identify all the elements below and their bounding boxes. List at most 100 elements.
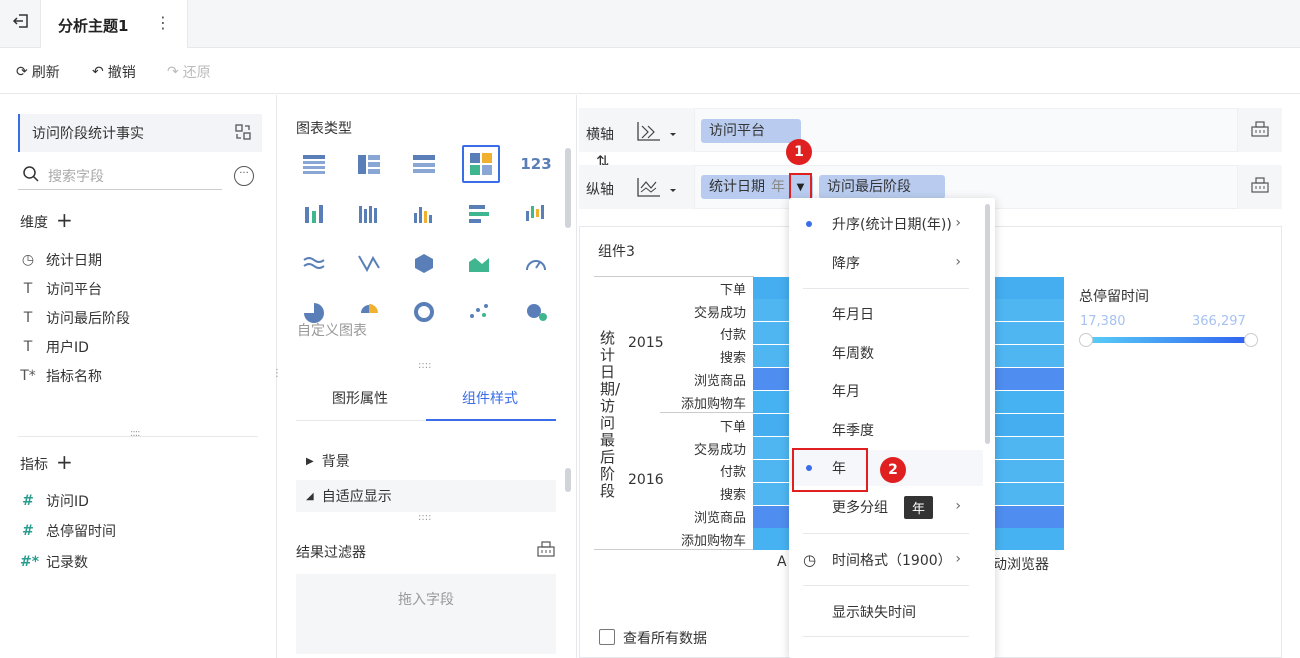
scatter-chart-icon[interactable] <box>462 295 496 329</box>
filter-drop-zone[interactable]: 拖入字段 <box>296 574 556 654</box>
redo-button[interactable]: ↷ 还原 <box>167 62 211 82</box>
tab-style[interactable]: 组件样式 <box>462 388 518 408</box>
field-platform[interactable]: T 访问平台 <box>20 279 102 299</box>
row-label: 浏览商品 <box>693 511 746 526</box>
crosstab-chart-icon[interactable] <box>352 147 386 181</box>
filter-settings-icon[interactable] <box>537 541 555 561</box>
heatmap-chart-icon[interactable] <box>462 145 500 183</box>
add-measure-icon[interactable]: + <box>56 450 73 474</box>
clock-icon: ◷ <box>803 551 817 569</box>
undo-button[interactable]: ↶ 撤销 <box>92 62 136 82</box>
tab-title[interactable]: 分析主题1 <box>58 15 128 36</box>
menu-desc[interactable]: 降序 › <box>789 245 983 281</box>
field-last-stage[interactable]: T 访问最后阶段 <box>20 308 130 328</box>
view-all-checkbox[interactable] <box>599 629 615 645</box>
table-chart-icon[interactable] <box>297 147 331 181</box>
menu-separator <box>803 533 969 534</box>
legend-handle-left[interactable] <box>1079 333 1093 347</box>
polygon-chart-icon[interactable] <box>407 246 441 280</box>
menu-separator <box>803 288 969 289</box>
x-label-right: 动浏览器 <box>993 557 1049 573</box>
number-icon: # <box>22 523 34 539</box>
x-axis-settings-icon[interactable] <box>1251 121 1269 141</box>
filter-label: 结果过滤器 <box>296 545 366 561</box>
radar-line-icon[interactable] <box>352 246 386 280</box>
menu-yq[interactable]: 年季度 <box>789 412 983 448</box>
legend-min: 17,380 <box>1080 314 1126 329</box>
x-axis-type-icon[interactable] <box>636 120 678 146</box>
stacked-bar-icon[interactable] <box>352 197 386 231</box>
exit-icon[interactable] <box>12 12 32 32</box>
dropdown-trigger[interactable]: ▼ <box>789 173 812 201</box>
resize-handle[interactable]: :::: <box>130 428 141 439</box>
y-axis-type-icon[interactable] <box>636 176 678 202</box>
row-label: 下单 <box>719 283 746 298</box>
horizontal-bar-icon[interactable] <box>462 197 496 231</box>
search-input[interactable]: 搜索字段 <box>18 162 222 190</box>
add-dimension-icon[interactable]: + <box>56 208 73 232</box>
menu-asc[interactable]: 升序(统计日期(年)) › <box>789 206 983 242</box>
view-all-label[interactable]: 查看所有数据 <box>623 628 707 648</box>
scrollbar-mid[interactable] <box>565 468 571 492</box>
legend-gradient[interactable] <box>1085 337 1255 343</box>
y-axis-pill-stage[interactable]: 访问最后阶段 <box>819 175 945 199</box>
text-calc-icon: T* <box>20 368 36 384</box>
column-chart-icon[interactable] <box>407 197 441 231</box>
measure-label: 指标 <box>20 457 48 473</box>
menu-more-group[interactable]: 更多分组年 › <box>789 489 983 525</box>
undo-icon: ↶ <box>92 64 104 80</box>
kpi-chart-icon[interactable]: 123 <box>519 147 553 181</box>
y-axis-settings-icon[interactable] <box>1251 177 1269 197</box>
line-chart-icon[interactable] <box>297 246 331 280</box>
field-record-count[interactable]: #* 记录数 <box>20 552 88 572</box>
menu-ymd[interactable]: 年月日 <box>789 296 983 332</box>
field-metric-name[interactable]: T* 指标名称 <box>20 366 102 386</box>
refresh-button[interactable]: ⟳ 刷新 <box>16 62 60 82</box>
adaptive-section[interactable]: ◢ 自适应显示 <box>296 480 556 512</box>
menu-time-format[interactable]: ◷ 时间格式（1900） › <box>789 542 983 578</box>
redo-icon: ↷ <box>167 64 179 80</box>
gauge-chart-icon[interactable] <box>519 246 553 280</box>
donut-chart-icon[interactable] <box>407 295 441 329</box>
bg-section[interactable]: ▶ 背景 <box>296 445 556 477</box>
number-icon: # <box>22 493 34 509</box>
range-bar-icon[interactable] <box>519 197 553 231</box>
sort-group-menu: 升序(统计日期(年)) › 降序 › 年月日 年周数 年月 年季度 年 更多分组年 ›… <box>789 198 995 658</box>
scrollbar[interactable] <box>565 148 571 228</box>
field-visit-id[interactable]: # 访问ID <box>20 491 89 511</box>
row-label: 浏览商品 <box>693 374 746 389</box>
tab-graphic[interactable]: 图形属性 <box>332 388 388 408</box>
bar-chart-icon[interactable] <box>297 197 331 231</box>
callout-badge-2: 2 <box>880 457 906 483</box>
chevron-right-icon: › <box>955 215 961 231</box>
caret-right-icon: ▶ <box>306 455 314 467</box>
area-chart-icon[interactable] <box>462 246 496 280</box>
detail-chart-icon[interactable] <box>407 147 441 181</box>
resize-handle-mid2[interactable]: :::: <box>418 512 431 523</box>
selected-dot <box>806 221 812 227</box>
menu-scrollbar[interactable] <box>985 204 990 444</box>
menu-show-missing[interactable]: 显示缺失时间 <box>789 594 983 630</box>
more-icon[interactable]: ⋮ <box>155 13 171 32</box>
text-icon: T <box>23 339 33 355</box>
row-label: 搜索 <box>719 488 746 503</box>
row-label: 付款 <box>719 328 746 343</box>
bubble-chart-icon[interactable] <box>519 295 553 329</box>
chart-type-label: 图表类型 <box>296 121 352 137</box>
row-label: 添加购物车 <box>680 534 746 549</box>
more-options-icon[interactable]: ··· <box>234 166 254 186</box>
dataset-name[interactable]: 访问阶段统计事实 <box>18 114 262 152</box>
legend-handle-right[interactable] <box>1244 333 1258 347</box>
row-label: 交易成功 <box>693 443 746 458</box>
divider <box>18 436 258 437</box>
switch-dataset-icon[interactable] <box>234 123 252 145</box>
menu-ym[interactable]: 年月 <box>789 373 983 409</box>
field-stat-date[interactable]: ◷ 统计日期 <box>20 250 102 270</box>
menu-yw[interactable]: 年周数 <box>789 335 983 371</box>
custom-chart-label[interactable]: 自定义图表 <box>297 320 367 340</box>
x-axis-pill[interactable]: 访问平台 <box>701 119 801 143</box>
field-user-id[interactable]: T 用户ID <box>20 337 89 357</box>
row-label: 下单 <box>719 420 746 435</box>
field-total-stay[interactable]: # 总停留时间 <box>20 521 116 541</box>
resize-handle-mid[interactable]: :::: <box>418 360 431 371</box>
